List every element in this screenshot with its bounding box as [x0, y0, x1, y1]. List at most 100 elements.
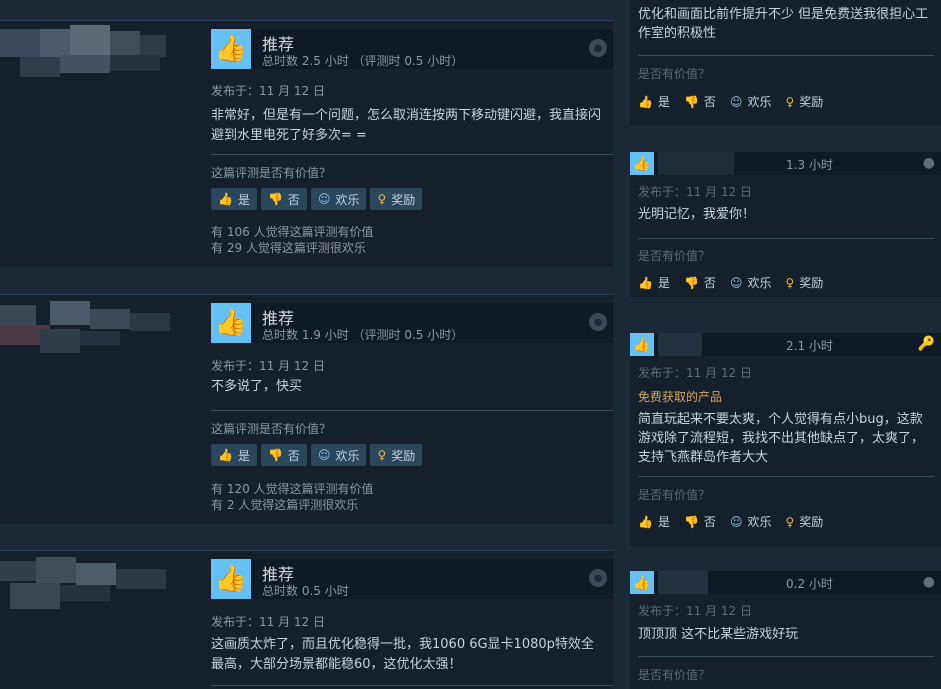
vote-buttons: 👍 是 👎 否 ☺ 欢乐 ♀ 奖励	[211, 188, 423, 210]
thumbs-up-icon: 👍	[218, 192, 233, 206]
award-button[interactable]: ♀ 奖励	[785, 513, 823, 530]
side-review-content: 顶顶顶 这不比某些游戏好玩	[638, 627, 799, 642]
vote-funny-button[interactable]: ☺ 欢乐	[730, 513, 772, 530]
smiley-icon: ☺	[317, 192, 331, 206]
divider	[211, 685, 613, 686]
thumbs-up-icon: 👍	[211, 303, 251, 343]
thumbs-up-icon: 👍	[630, 333, 654, 356]
vote-funny-button[interactable]: ☺ 欢乐	[730, 93, 772, 110]
divider	[638, 238, 934, 239]
vote-no-button[interactable]: 👎 否	[260, 444, 307, 466]
side-review-card: 优化和画面比前作提升不少 但是免费送我很担心工作室的积极性 是否有价值？ 👍 是 …	[630, 0, 941, 125]
review-stats: 有 120 人觉得这篇评测有价值 有 2 人觉得这篇评测很欢乐	[211, 482, 374, 512]
divider	[638, 55, 934, 56]
review-stats: 有 106 人觉得这篇评测有价值 有 29 人觉得这篇评测很欢乐	[211, 225, 374, 255]
award-button[interactable]: ♀ 奖励	[785, 274, 823, 291]
side-review-header: 👍 0.2 小时 ●	[630, 571, 941, 594]
helpful-question: 是否有价值？	[638, 249, 711, 263]
award-icon: ♀	[785, 514, 795, 529]
vote-funny-button[interactable]: ☺ 欢乐	[310, 444, 367, 466]
side-review-content: 光明记忆，我爱你！	[638, 207, 756, 222]
steam-icon: ●	[922, 155, 935, 171]
smiley-icon: ☺	[729, 94, 743, 109]
thumbs-up-icon: 👍	[630, 152, 654, 175]
author-name-pixelated[interactable]	[658, 571, 708, 594]
side-review-header: 👍 2.1 小时 🔑	[630, 333, 941, 356]
divider	[211, 154, 613, 155]
posted-date: 发布于：11 月 12 日	[638, 604, 752, 618]
thumbs-down-icon: 👎	[267, 448, 283, 462]
review-content: 这画质太炸了，而且优化稳得一批，我1060 6G显卡1080p特效全最高，大部分…	[211, 637, 594, 672]
thumbs-up-icon: 👍	[638, 275, 653, 290]
thumbs-up-icon: 👍	[638, 514, 653, 529]
divider	[211, 410, 613, 411]
thumbs-down-icon: 👎	[683, 94, 699, 109]
vote-yes-button[interactable]: 👍 是	[211, 444, 257, 466]
thumbs-down-icon: 👎	[683, 275, 699, 290]
award-button[interactable]: ♀ 奖励	[370, 444, 423, 466]
award-button[interactable]: ♀ 奖励	[370, 188, 423, 210]
side-review-content: 简直玩起来不要太爽，个人觉得有点小bug，这款游戏除了流程短，我找不出其他缺点了…	[638, 412, 925, 465]
author-avatar-pixelated[interactable]	[0, 295, 190, 524]
steam-icon: ●	[589, 313, 607, 331]
vote-no-button[interactable]: 👎 否	[684, 274, 716, 291]
vote-yes-button[interactable]: 👍 是	[638, 93, 670, 110]
review-card: 👍 推荐 总时数 1.9 小时 （评测时 0.5 小时） ● 发布于：11 月 …	[0, 294, 613, 524]
review-card: 👍 推荐 总时数 0.5 小时 ● 发布于：11 月 12 日 这画质太炸了，而…	[0, 550, 613, 689]
award-icon: ♀	[785, 275, 795, 290]
author-name-pixelated[interactable]	[658, 333, 702, 356]
vote-buttons: 👍 是 👎 否 ☺ 欢乐 ♀ 奖励	[211, 444, 423, 466]
review-content: 不多说了，快买	[211, 379, 303, 394]
steam-icon: ●	[589, 569, 607, 587]
side-review-content: 优化和画面比前作提升不少 但是免费送我很担心工作室的积极性	[638, 7, 929, 41]
author-name-pixelated[interactable]	[658, 152, 734, 175]
award-icon: ♀	[377, 448, 387, 462]
author-avatar-pixelated[interactable]	[0, 21, 190, 267]
thumbs-down-icon: 👎	[267, 192, 283, 206]
vote-yes-button[interactable]: 👍 是	[638, 274, 670, 291]
thumbs-up-icon: 👍	[630, 571, 654, 594]
vote-yes-button[interactable]: 👍 是	[211, 188, 257, 210]
hours-played: 1.3 小时	[786, 158, 833, 172]
author-avatar-pixelated[interactable]	[0, 551, 190, 689]
review-card: 👍 推荐 总时数 2.5 小时 （评测时 0.5 小时） ● 发布于：11 月 …	[0, 20, 613, 267]
vote-funny-button[interactable]: ☺ 欢乐	[310, 188, 367, 210]
posted-date: 发布于：11 月 12 日	[211, 359, 325, 373]
hours-played: 0.2 小时	[786, 577, 833, 591]
steam-icon: ●	[922, 574, 935, 590]
reviews-page: 👍 推荐 总时数 2.5 小时 （评测时 0.5 小时） ● 发布于：11 月 …	[0, 0, 941, 689]
helpful-question: 是否有价值？	[638, 488, 711, 502]
review-content: 非常好，但是有一个问题，怎么取消连按两下移动键闪避，我直接闪避到水里电死了好多次…	[211, 108, 602, 143]
helpful-question: 是否有价值？	[638, 668, 711, 682]
hours-played: 总时数 2.5 小时 （评测时 0.5 小时）	[262, 54, 464, 68]
posted-date: 发布于：11 月 12 日	[638, 366, 752, 380]
vote-yes-button[interactable]: 👍 是	[638, 513, 670, 530]
thumbs-up-icon: 👍	[218, 448, 233, 462]
side-review-header: 👍 1.3 小时 ●	[630, 152, 941, 175]
posted-date: 发布于：11 月 12 日	[211, 615, 325, 629]
vote-buttons: 👍 是 👎 否 ☺ 欢乐 ♀ 奖励	[638, 513, 823, 530]
helpful-question: 这篇评测是否有价值？	[211, 422, 332, 436]
vote-funny-button[interactable]: ☺ 欢乐	[730, 274, 772, 291]
key-icon: 🔑	[917, 336, 935, 352]
vote-buttons: 👍 是 👎 否 ☺ 欢乐 ♀ 奖励	[638, 93, 823, 110]
vote-buttons: 👍 是 👎 否 ☺ 欢乐 ♀ 奖励	[638, 274, 823, 291]
vote-no-button[interactable]: 👎 否	[260, 188, 307, 210]
helpful-question: 是否有价值？	[638, 67, 711, 81]
vote-header: 👍 推荐 总时数 2.5 小时 （评测时 0.5 小时） ●	[211, 29, 613, 69]
vote-no-button[interactable]: 👎 否	[684, 93, 716, 110]
free-product-label: 免费获取的产品	[638, 390, 723, 404]
thumbs-up-icon: 👍	[211, 29, 251, 69]
award-button[interactable]: ♀ 奖励	[785, 93, 823, 110]
steam-icon: ●	[589, 39, 607, 57]
smiley-icon: ☺	[729, 275, 743, 290]
posted-date: 发布于：11 月 12 日	[211, 84, 325, 98]
thumbs-up-icon: 👍	[638, 94, 653, 109]
award-icon: ♀	[785, 94, 795, 109]
vote-header: 👍 推荐 总时数 0.5 小时 ●	[211, 559, 613, 599]
side-review-card: 👍 0.2 小时 ● 发布于：11 月 12 日 顶顶顶 这不比某些游戏好玩 是…	[630, 571, 941, 689]
vote-no-button[interactable]: 👎 否	[684, 513, 716, 530]
hours-played: 2.1 小时	[786, 339, 833, 353]
smiley-icon: ☺	[729, 514, 743, 529]
award-icon: ♀	[377, 192, 387, 206]
